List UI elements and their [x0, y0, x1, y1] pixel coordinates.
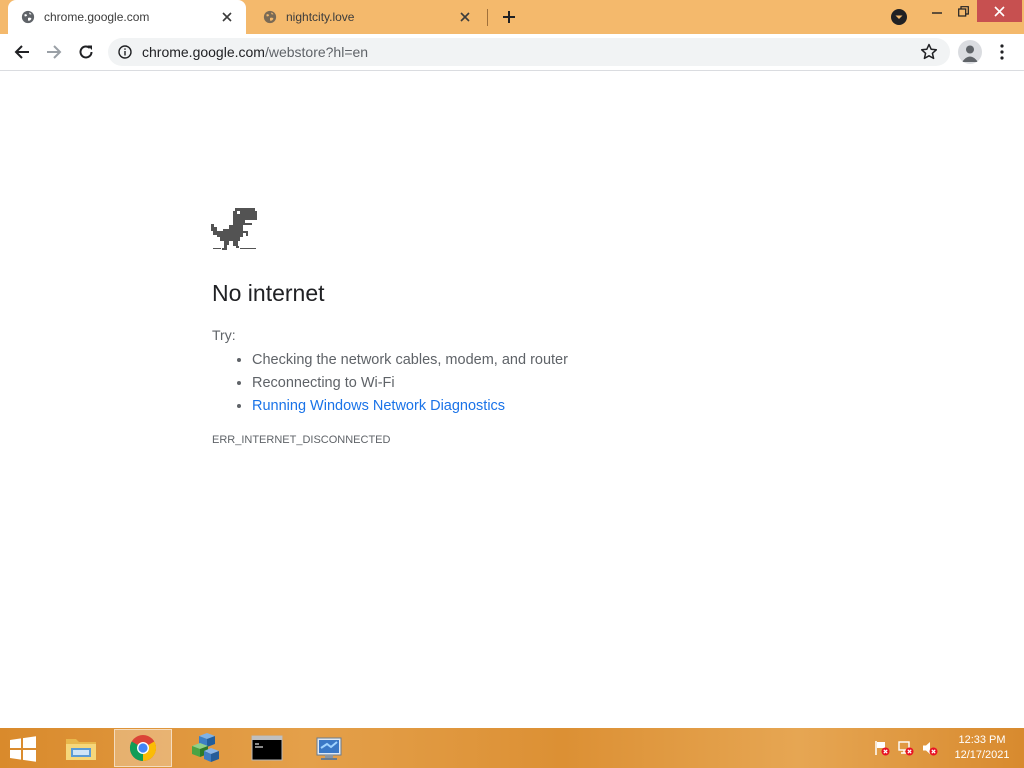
- plus-icon: [503, 11, 515, 23]
- tab-nightcity[interactable]: nightcity.love: [250, 0, 484, 34]
- terminal-icon: [251, 735, 283, 761]
- url-text: chrome.google.com/webstore?hl=en: [142, 44, 368, 60]
- tab-chrome-google[interactable]: chrome.google.com: [8, 0, 246, 34]
- tab-title: nightcity.love: [286, 10, 355, 24]
- person-icon: [962, 45, 978, 62]
- url-host: chrome.google.com: [142, 44, 265, 60]
- cubes-icon: [192, 733, 219, 762]
- reload-button[interactable]: [72, 38, 100, 66]
- taskbar-google-chrome[interactable]: [114, 729, 172, 767]
- error-heading: No internet: [212, 280, 325, 306]
- chrome-logo-icon: [129, 735, 157, 762]
- globe-icon: [263, 10, 277, 24]
- info-icon[interactable]: [118, 45, 132, 59]
- clock-date: 12/17/2021: [954, 749, 1010, 761]
- folder-icon: [66, 739, 96, 760]
- network-diagnostics-link[interactable]: Running Windows Network Diagnostics: [252, 398, 505, 414]
- url-path: /webstore?hl=en: [264, 44, 369, 60]
- taskbar-file-explorer[interactable]: [52, 729, 110, 767]
- window-close-button[interactable]: [977, 0, 1022, 22]
- taskbar-network-connections[interactable]: [300, 729, 358, 767]
- error-page: No internet Try: Checking the network ca…: [0, 71, 1024, 728]
- tab-title: chrome.google.com: [44, 10, 150, 24]
- back-button[interactable]: [8, 38, 36, 66]
- address-bar[interactable]: chrome.google.com/webstore?hl=en: [108, 38, 950, 66]
- browser-toolbar: chrome.google.com/webstore?hl=en: [0, 34, 1024, 71]
- suggestion-check-cables: Checking the network cables, modem, and …: [252, 349, 568, 372]
- try-label: Try:: [212, 327, 236, 343]
- start-button[interactable]: [6, 735, 40, 763]
- network-monitor-icon: [316, 737, 342, 760]
- close-icon: [994, 5, 1005, 17]
- new-tab-button[interactable]: [498, 6, 520, 28]
- tab-strip: chrome.google.com nightcity.love: [0, 0, 1024, 34]
- suggestion-list: Checking the network cables, modem, and …: [212, 349, 568, 418]
- arrow-right-icon: [47, 45, 62, 59]
- kebab-menu-icon: [1000, 44, 1004, 60]
- windows-taskbar: 12:33 PM 12/17/2021: [0, 728, 1024, 768]
- windows-logo-icon: [10, 736, 36, 762]
- minimize-button[interactable]: [924, 0, 950, 22]
- taskbar-command-prompt[interactable]: [238, 729, 296, 767]
- suggestion-diagnostics: Running Windows Network Diagnostics: [252, 395, 568, 418]
- suggestion-reconnect-wifi: Reconnecting to Wi-Fi: [252, 372, 568, 395]
- bookmark-star-icon[interactable]: [920, 43, 938, 61]
- network-status-icon[interactable]: [898, 740, 914, 756]
- restore-button[interactable]: [950, 0, 976, 22]
- tab-search-button[interactable]: [889, 7, 909, 27]
- close-tab-icon[interactable]: [456, 8, 474, 26]
- system-clock[interactable]: 12:33 PM 12/17/2021: [944, 733, 1020, 763]
- reload-icon: [79, 45, 93, 59]
- taskbar-virtualbox[interactable]: [176, 729, 234, 767]
- tab-separator: [487, 9, 488, 26]
- error-code: ERR_INTERNET_DISCONNECTED: [212, 434, 391, 446]
- chevron-down-circle-icon: [891, 9, 907, 25]
- volume-muted-icon[interactable]: [922, 740, 938, 756]
- restore-icon: [957, 5, 969, 17]
- profile-button[interactable]: [958, 40, 982, 64]
- dinosaur-icon: [211, 208, 257, 250]
- minimize-icon: [932, 12, 942, 14]
- forward-button[interactable]: [40, 38, 68, 66]
- browser-menu-button[interactable]: [992, 40, 1012, 64]
- arrow-left-icon: [14, 45, 29, 59]
- clock-time: 12:33 PM: [958, 734, 1006, 746]
- close-tab-icon[interactable]: [218, 8, 236, 26]
- globe-icon: [21, 10, 35, 24]
- action-center-flag-icon[interactable]: [874, 740, 890, 756]
